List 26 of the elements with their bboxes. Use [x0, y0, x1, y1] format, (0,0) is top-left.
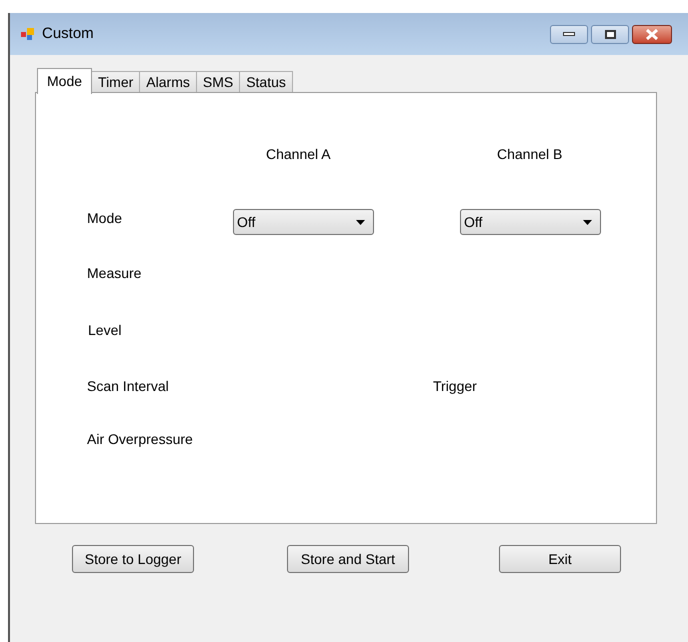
field-label: Air Overpressure — [87, 430, 193, 449]
close-icon — [645, 28, 659, 40]
tab[interactable]: Status — [239, 71, 293, 93]
tab[interactable]: Timer — [91, 71, 140, 93]
field-label: Measure — [87, 264, 142, 283]
close-button[interactable] — [632, 24, 672, 44]
tab[interactable]: Mode — [37, 68, 92, 94]
field-label: Channel A — [266, 145, 331, 164]
maximize-button[interactable] — [591, 24, 629, 44]
tab[interactable]: Alarms — [139, 71, 197, 93]
dropdown-arrow-icon — [356, 220, 365, 224]
dropdown-arrow-icon — [583, 220, 592, 224]
field-label: Level — [88, 321, 122, 340]
action-button[interactable]: Store to Logger — [72, 545, 194, 573]
mode-dropdown[interactable]: Off — [233, 209, 374, 235]
action-button[interactable]: Store and Start — [287, 545, 409, 573]
action-button[interactable]: Exit — [499, 545, 621, 573]
field-label: Scan Interval — [87, 377, 169, 396]
minimize-button[interactable] — [550, 24, 588, 44]
window-title: Custom — [42, 24, 94, 44]
field-label: Channel B — [497, 145, 562, 164]
field-label: Mode — [87, 209, 122, 228]
app-icon — [20, 26, 36, 42]
mode-dropdown[interactable]: Off — [460, 209, 601, 235]
field-label: Trigger — [433, 377, 477, 396]
tab[interactable]: SMS — [196, 71, 240, 93]
